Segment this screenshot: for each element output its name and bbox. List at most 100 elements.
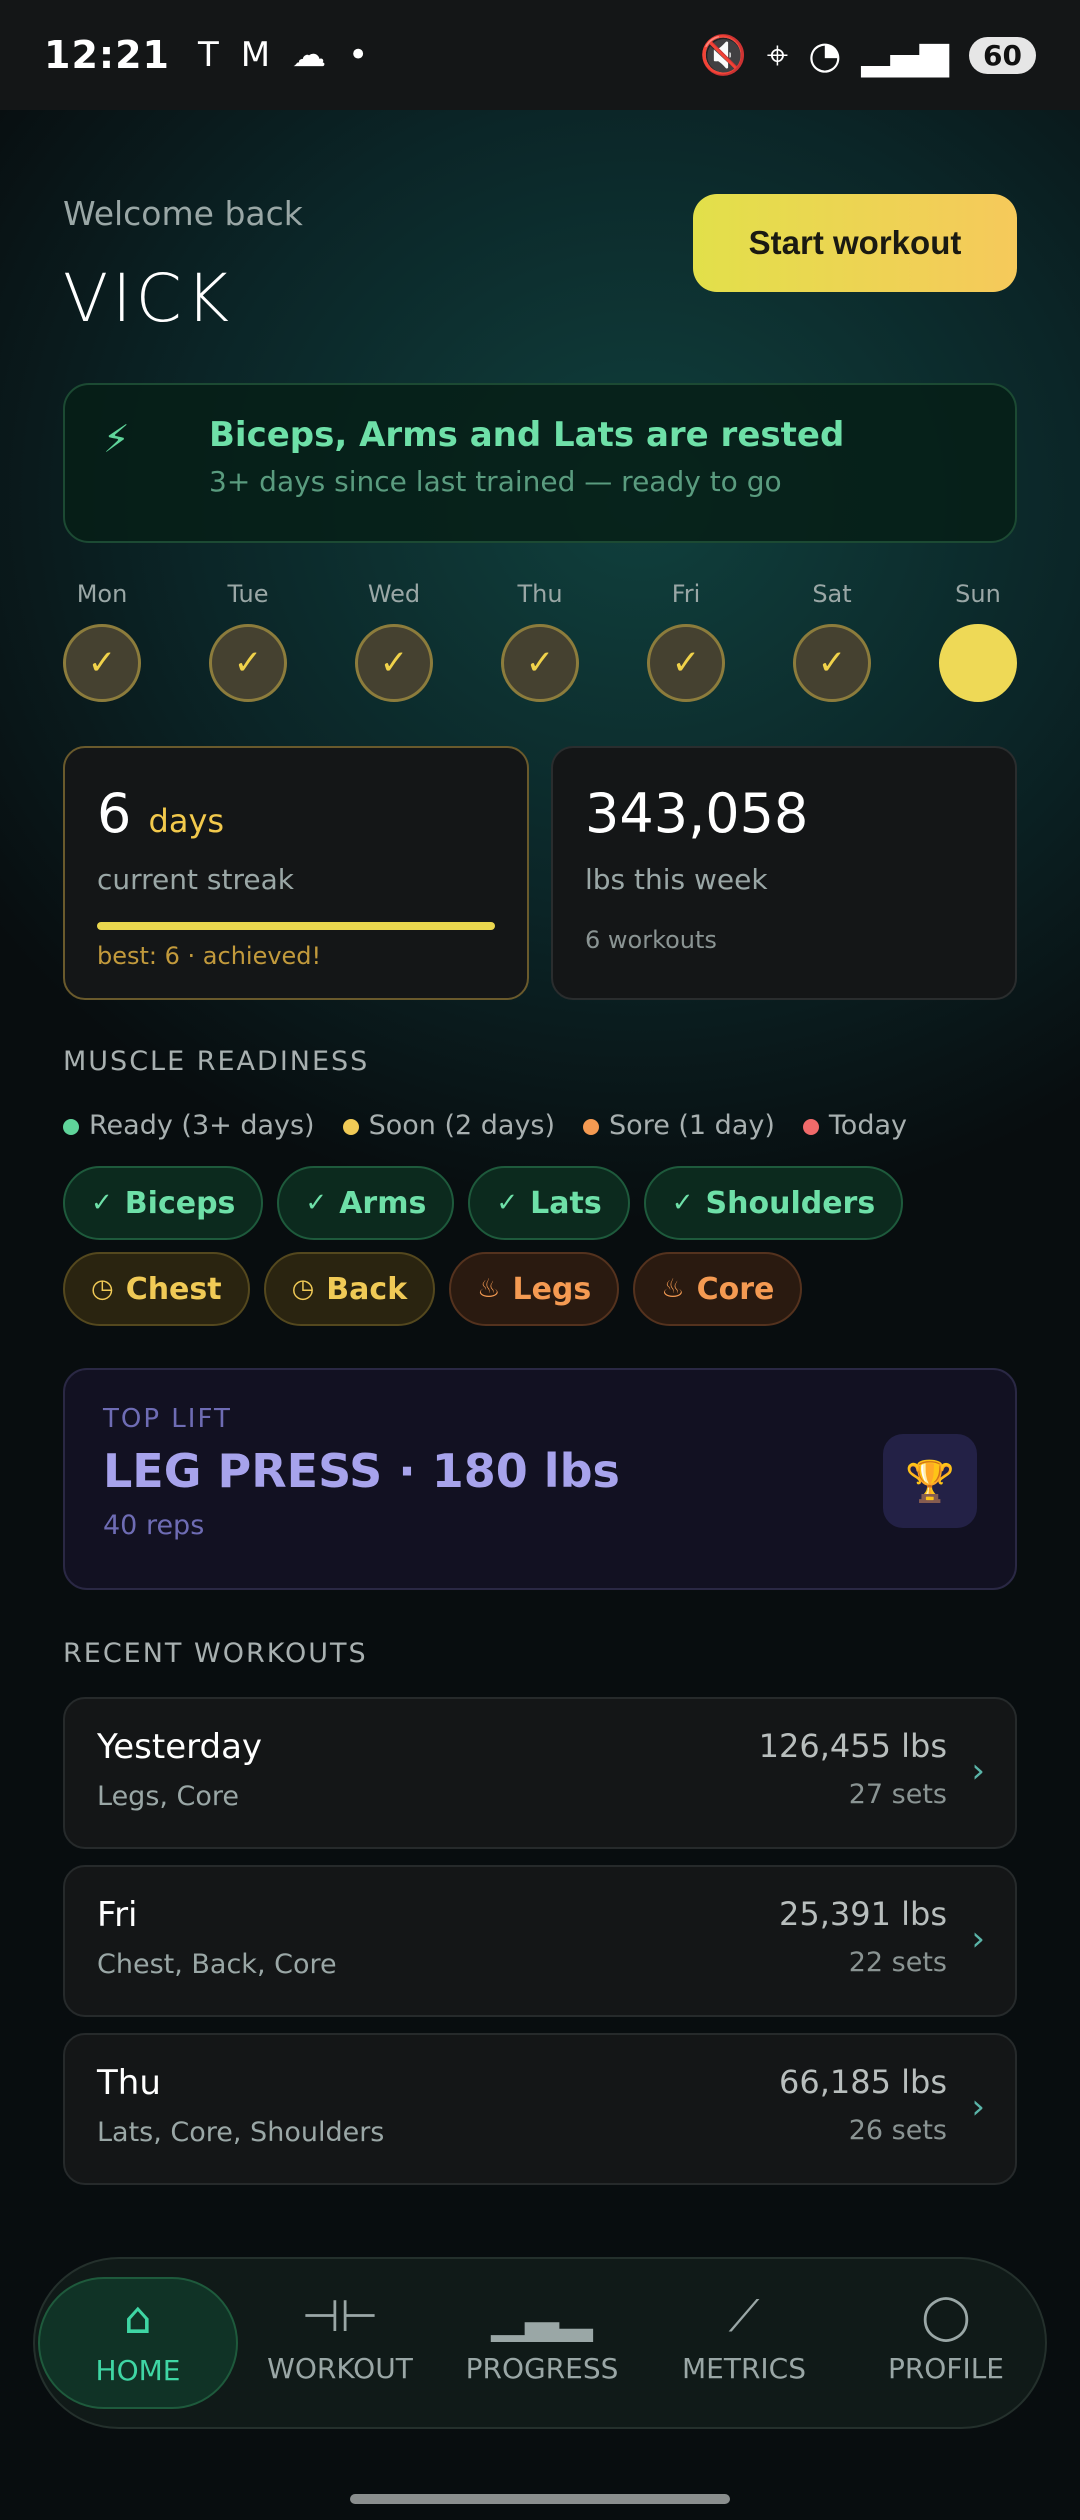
- legend-item: Today: [802, 1110, 907, 1141]
- check-icon: ✓: [355, 624, 433, 702]
- chip-label: Core: [696, 1271, 775, 1307]
- day-wed[interactable]: Wed ✓: [355, 580, 433, 702]
- check-circle-icon: ✓: [496, 1188, 519, 1218]
- workout-sets: 27 sets: [848, 1779, 947, 1810]
- workout-sets: 22 sets: [848, 1947, 947, 1978]
- notification-dot-icon: •: [348, 35, 369, 75]
- legend-dot-icon: [802, 1118, 819, 1135]
- rested-subtitle: 3+ days since last trained — ready to go: [209, 465, 782, 498]
- rested-title: Biceps, Arms and Lats are rested: [209, 415, 845, 455]
- day-sun[interactable]: Sun: [939, 580, 1017, 702]
- chip-label: Shoulders: [705, 1185, 876, 1221]
- nav-label: METRICS: [682, 2352, 806, 2385]
- nav-profile[interactable]: ◯ PROFILE: [846, 2277, 1046, 2409]
- workout-volume: 66,185 lbs: [778, 2063, 947, 2101]
- check-circle-icon: ✓: [91, 1188, 113, 1218]
- workout-volume: 126,455 lbs: [758, 1727, 947, 1765]
- day-tue[interactable]: Tue ✓: [209, 580, 287, 702]
- day-label: Sat: [812, 580, 852, 608]
- bottom-nav: ⌂ HOME ⊣⊢ WORKOUT ▁▃▂ PROGRESS ⟋ METRICS ◯ PROFIL…: [33, 2257, 1047, 2429]
- volume-card: 343,058 lbs this week 6 workouts: [551, 746, 1017, 1000]
- wifi-icon: ◔: [808, 33, 842, 77]
- nav-progress[interactable]: ▁▃▂ PROGRESS: [442, 2277, 642, 2409]
- home-indicator[interactable]: [350, 2494, 730, 2504]
- volume-workouts: 6 workouts: [585, 926, 717, 954]
- top-lift-value: LEG PRESS · 180 lbs: [103, 1444, 620, 1498]
- muscle-chip-shoulders[interactable]: ✓ Shoulders: [643, 1166, 904, 1240]
- check-icon: ✓: [63, 624, 141, 702]
- volume-label: lbs this week: [585, 863, 768, 896]
- legend-label: Ready (3+ days): [89, 1110, 315, 1141]
- check-icon: ✓: [209, 624, 287, 702]
- start-workout-button[interactable]: Start workout: [693, 194, 1017, 292]
- battery-indicator: 60: [969, 36, 1036, 74]
- legend-dot-icon: [342, 1118, 359, 1135]
- legend-item: Ready (3+ days): [63, 1110, 315, 1141]
- flame-icon: ♨: [477, 1274, 501, 1304]
- cloud-icon: ☁: [292, 35, 327, 75]
- week-tracker: Mon ✓ Tue ✓ Wed ✓ Thu ✓ Fri ✓ Sat ✓ Sun: [63, 580, 1017, 710]
- nav-label: PROFILE: [887, 2352, 1005, 2385]
- check-icon: ✓: [501, 624, 579, 702]
- home-icon: ⌂: [124, 2293, 152, 2344]
- workout-sets: 26 sets: [848, 2115, 947, 2146]
- bar-chart-icon: ▁▃▂: [491, 2291, 593, 2342]
- muscle-chip-back[interactable]: ◷ Back: [263, 1252, 436, 1326]
- day-label: Fri: [671, 580, 701, 608]
- legend-item: Sore (1 day): [583, 1110, 775, 1141]
- muscle-chip-arms[interactable]: ✓ Arms: [277, 1166, 455, 1240]
- muscle-chip-chest[interactable]: ◷ Chest: [63, 1252, 250, 1326]
- day-label: Tue: [227, 580, 269, 608]
- chevron-right-icon: ›: [971, 1751, 985, 1791]
- username: VICK: [63, 260, 233, 337]
- welcome-text: Welcome back: [63, 194, 303, 233]
- chip-label: Chest: [125, 1271, 222, 1307]
- muscle-chip-biceps[interactable]: ✓ Biceps: [63, 1166, 264, 1240]
- muscle-chip-legs[interactable]: ♨ Legs: [449, 1252, 620, 1326]
- readiness-chips-row-1: ✓ Biceps ✓ Arms ✓ Lats ✓ Shoulders: [63, 1166, 1017, 1240]
- recent-workouts-title: RECENT WORKOUTS: [63, 1638, 368, 1669]
- nav-home[interactable]: ⌂ HOME: [38, 2277, 238, 2409]
- top-lift-label: TOP LIFT: [103, 1404, 232, 1434]
- nav-workout[interactable]: ⊣⊢ WORKOUT: [240, 2277, 440, 2409]
- day-sat[interactable]: Sat ✓: [793, 580, 871, 702]
- location-icon: ⌖: [766, 32, 789, 77]
- check-icon: ✓: [793, 624, 871, 702]
- muscle-chip-lats[interactable]: ✓ Lats: [468, 1166, 630, 1240]
- chip-label: Legs: [512, 1271, 592, 1307]
- nav-label: PROGRESS: [465, 2352, 619, 2385]
- status-bar: 12:21 T M ☁ • 🔇 ⌖ ◔ ▂▄▆ 60: [0, 0, 1080, 110]
- legend-dot-icon: [63, 1118, 79, 1135]
- flame-icon: ♨: [661, 1274, 685, 1304]
- day-label: Wed: [367, 580, 421, 608]
- readiness-chips-row-2: ◷ Chest ◷ Back ♨ Legs ♨ Core: [63, 1252, 1017, 1326]
- workout-row[interactable]: Thu Lats, Core, Shoulders 66,185 lbs 26 set…: [63, 2033, 1017, 2185]
- top-lift-card[interactable]: TOP LIFT LEG PRESS · 180 lbs 40 reps 🏆: [63, 1368, 1017, 1590]
- nav-metrics[interactable]: ⟋ METRICS: [644, 2277, 844, 2409]
- day-mon[interactable]: Mon ✓: [63, 580, 141, 702]
- clock-icon: ◷: [291, 1274, 315, 1304]
- person-icon: ◯: [921, 2291, 971, 2342]
- status-time: 12:21: [44, 33, 170, 77]
- streak-best: best: 6 · achieved!: [97, 942, 322, 970]
- legend-label: Soon (2 days): [368, 1110, 556, 1141]
- check-circle-icon: ✓: [671, 1188, 694, 1218]
- workout-row[interactable]: Fri Chest, Back, Core 25,391 lbs 22 sets ›: [63, 1865, 1017, 2017]
- lightning-icon: ⚡: [103, 417, 130, 461]
- top-lift-reps: 40 reps: [103, 1510, 205, 1541]
- day-fri[interactable]: Fri ✓: [647, 580, 725, 702]
- today-indicator: [939, 624, 1017, 702]
- legend-label: Today: [828, 1110, 907, 1141]
- nav-label: HOME: [95, 2354, 181, 2387]
- workout-row[interactable]: Yesterday Legs, Core 126,455 lbs 27 sets ›: [63, 1697, 1017, 1849]
- muscle-chip-core[interactable]: ♨ Core: [633, 1252, 803, 1326]
- clock-icon: ◷: [91, 1274, 114, 1304]
- legend-label: Sore (1 day): [609, 1110, 775, 1141]
- streak-progress-bar: [97, 922, 495, 930]
- day-thu[interactable]: Thu ✓: [501, 580, 579, 702]
- streak-unit: days: [148, 802, 225, 840]
- legend-dot-icon: [583, 1118, 600, 1135]
- chevron-right-icon: ›: [971, 2087, 985, 2127]
- check-circle-icon: ✓: [305, 1188, 328, 1218]
- rested-banner: ⚡ Biceps, Arms and Lats are rested 3+ da…: [63, 383, 1017, 543]
